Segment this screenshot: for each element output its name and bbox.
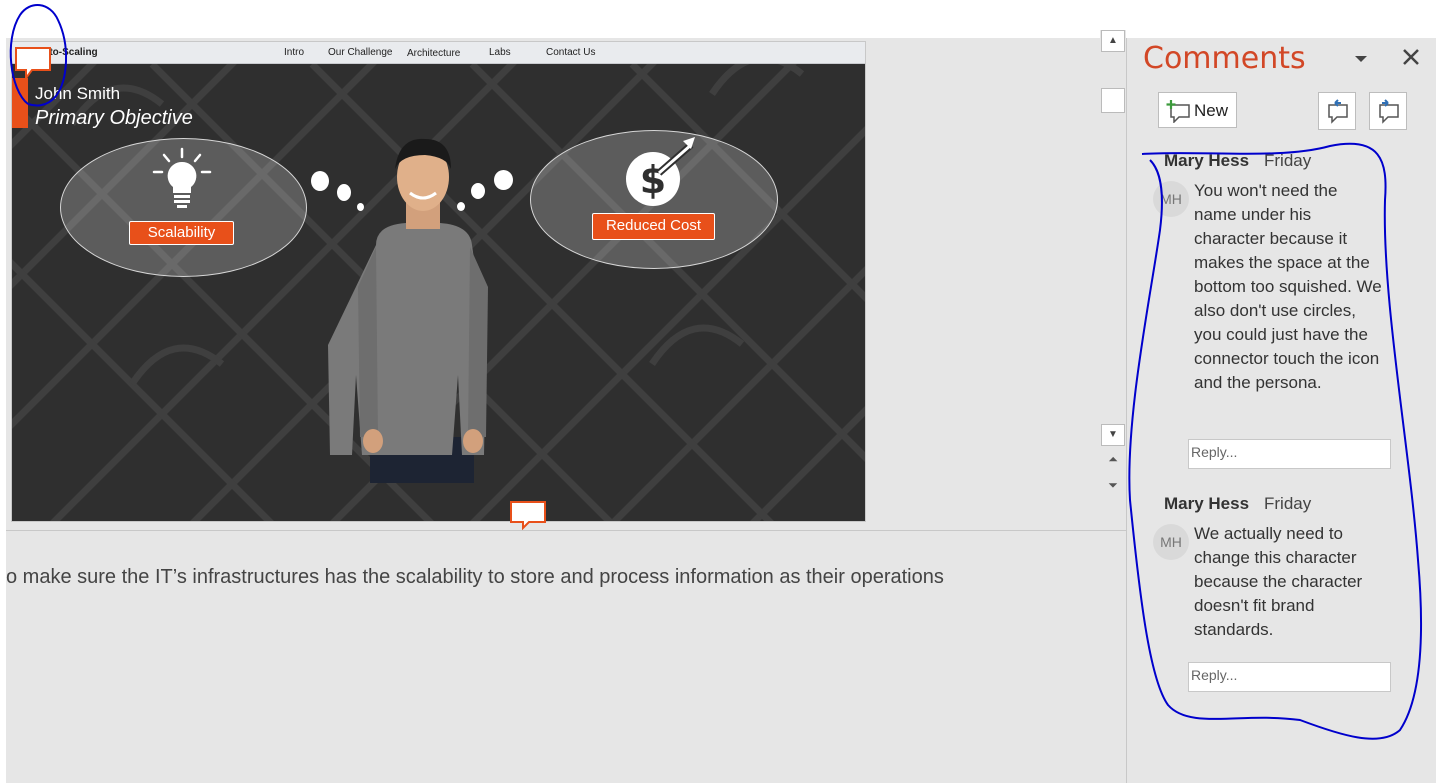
slide-nav-bar: Auto-Scaling Intro Our Challenge Archite…: [12, 42, 865, 64]
comment-author: Mary Hess: [1164, 494, 1250, 513]
target-dollar-icon: $: [626, 137, 695, 206]
next-comment-icon: [1379, 99, 1399, 124]
avatar: MH: [1153, 181, 1189, 217]
comments-pane-title: Comments: [1143, 41, 1306, 76]
reply-input[interactable]: Reply...: [1188, 439, 1391, 469]
svg-text:$: $: [640, 158, 666, 202]
scalability-label[interactable]: Scalability: [129, 221, 234, 245]
reply-input[interactable]: Reply...: [1188, 662, 1391, 692]
previous-comment-button[interactable]: [1318, 92, 1356, 130]
new-comment-icon: [1166, 100, 1190, 123]
comment-body[interactable]: We actually need to change this characte…: [1194, 522, 1384, 642]
new-comment-button[interactable]: New: [1158, 92, 1237, 128]
reduced-cost-label[interactable]: Reduced Cost: [592, 213, 715, 240]
previous-comment-icon: [1328, 99, 1348, 124]
next-slide-button[interactable]: ⏷: [1103, 478, 1123, 496]
top-whitespace: [0, 0, 1436, 38]
comment-marker-icon[interactable]: [14, 46, 54, 82]
slide-canvas[interactable]: Auto-Scaling Intro Our Challenge Archite…: [11, 41, 866, 522]
chevron-down-icon[interactable]: [1352, 48, 1370, 68]
persona-photo[interactable]: [328, 137, 518, 483]
persona-name[interactable]: John Smith: [35, 84, 120, 104]
nav-item-contact-us: Contact Us: [546, 47, 596, 58]
lightbulb-icon: [152, 147, 212, 208]
persona-objective[interactable]: Primary Objective: [35, 107, 193, 130]
new-comment-label: New: [1194, 101, 1229, 120]
comment-marker-icon[interactable]: [509, 500, 549, 530]
comment-body[interactable]: You won't need the name under his charac…: [1194, 179, 1384, 395]
nav-item-our-challenge: Our Challenge: [328, 47, 393, 58]
comment-author: Mary Hess: [1164, 151, 1250, 170]
avatar: MH: [1153, 524, 1189, 560]
close-icon[interactable]: [1400, 44, 1422, 68]
accent-bar: [12, 78, 28, 128]
nav-item-architecture: Architecture: [407, 48, 461, 59]
scroll-down-button[interactable]: ▼: [1101, 424, 1125, 446]
speaker-notes-text[interactable]: o make sure the IT’s infrastructures has…: [6, 566, 944, 589]
scrollbar-thumb[interactable]: [1101, 88, 1125, 113]
scroll-up-button[interactable]: ▲: [1101, 30, 1125, 52]
nav-item-intro: Intro: [284, 47, 305, 58]
comment-time: Friday: [1264, 151, 1312, 170]
notes-divider[interactable]: [6, 530, 1126, 531]
comment-time: Friday: [1264, 494, 1312, 513]
next-comment-button[interactable]: [1369, 92, 1407, 130]
nav-item-labs: Labs: [489, 47, 511, 58]
thought-dot: [311, 171, 329, 191]
previous-slide-button[interactable]: ⏶: [1103, 452, 1123, 470]
